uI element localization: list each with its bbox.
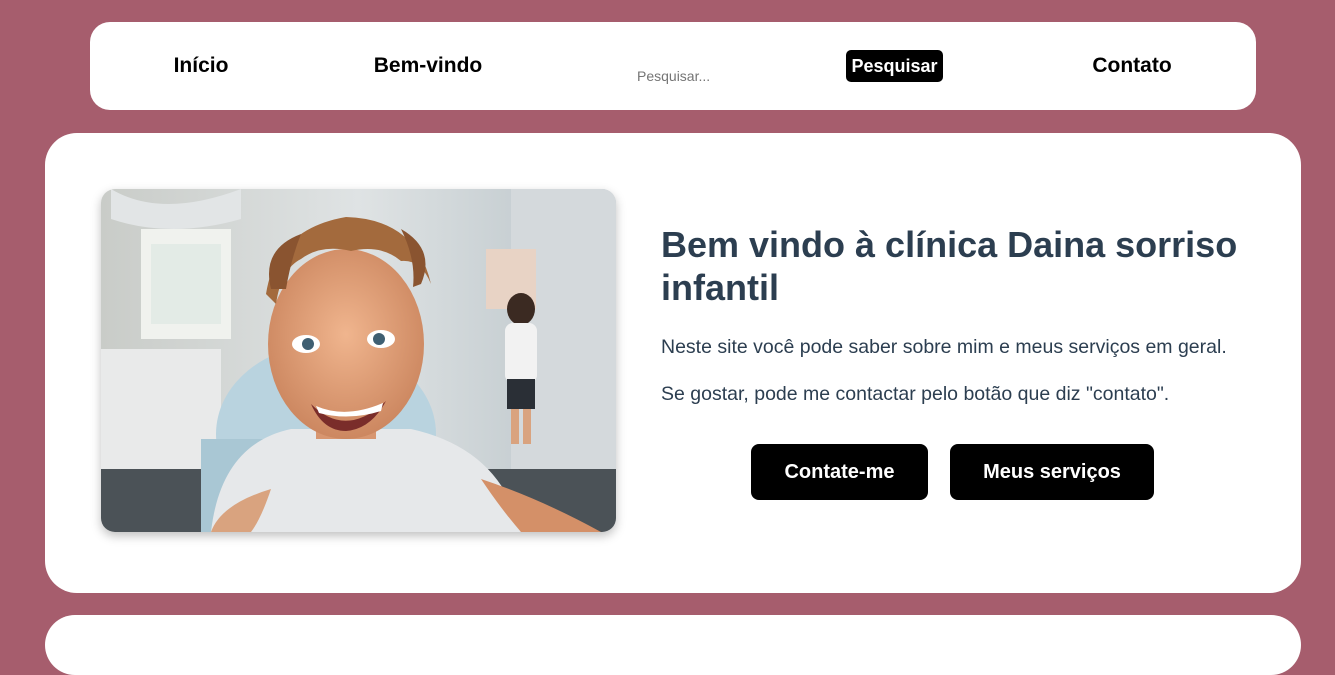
- hero-card: Bem vindo à clínica Daina sorriso infant…: [45, 133, 1301, 593]
- hero-title: Bem vindo à clínica Daina sorriso infant…: [661, 224, 1238, 308]
- my-services-button[interactable]: Meus serviços: [950, 444, 1154, 500]
- top-nav: Início Bem-vindo Pesquisar Contato: [90, 22, 1256, 110]
- nav-link-welcome[interactable]: Bem-vindo: [358, 22, 498, 110]
- search-button[interactable]: Pesquisar: [846, 50, 943, 82]
- hero-photo: [101, 189, 616, 532]
- nav-link-contact[interactable]: Contato: [1072, 22, 1192, 110]
- next-section-card: [45, 615, 1301, 675]
- nav-link-home[interactable]: Início: [142, 22, 260, 110]
- child-dental-photo-illustration: [101, 189, 616, 532]
- hero-paragraph-contact-hint: Se gostar, pode me contactar pelo botão …: [661, 383, 1170, 405]
- hero-paragraph-about: Neste site você pode saber sobre mim e m…: [661, 336, 1227, 358]
- search-input[interactable]: [635, 64, 795, 88]
- contact-me-button[interactable]: Contate-me: [751, 444, 928, 500]
